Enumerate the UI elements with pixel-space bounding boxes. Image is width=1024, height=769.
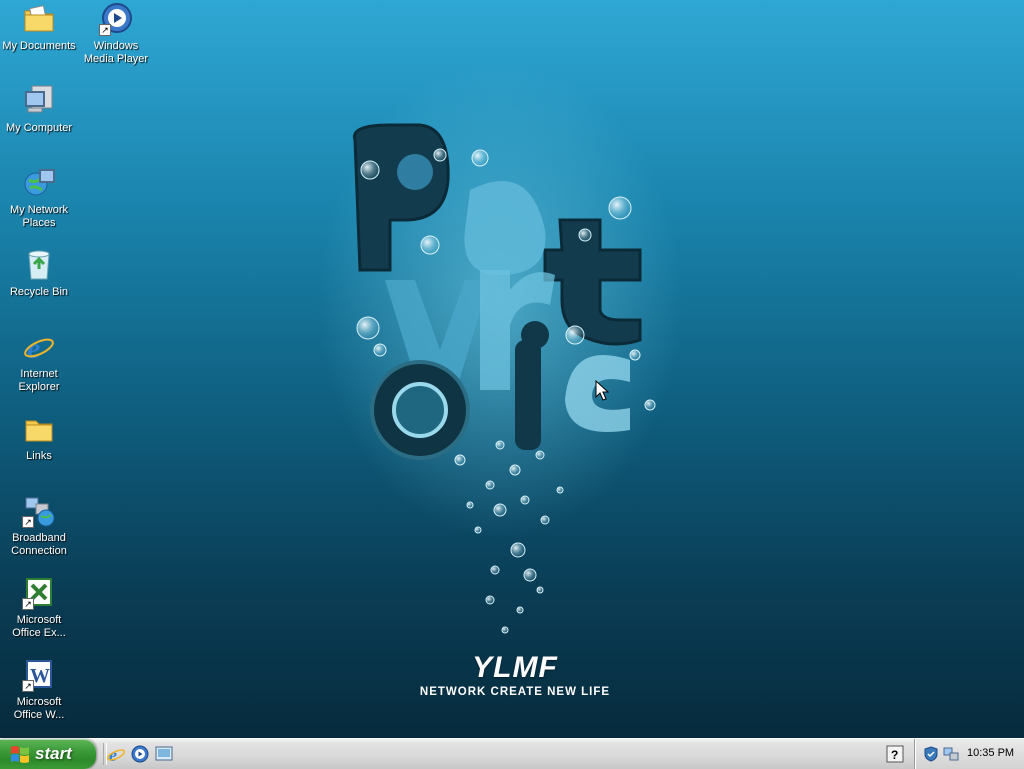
excel-icon: ↗ [22, 576, 56, 610]
desktop-icon-internet-explorer[interactable]: e Internet Explorer [1, 330, 77, 394]
network-places-icon [22, 166, 56, 200]
desktop-icon-links[interactable]: Links [1, 412, 77, 463]
desktop-icon-my-documents[interactable]: My Documents [1, 2, 77, 53]
icon-label: Microsoft Office W... [13, 696, 65, 721]
clock[interactable]: 10:35 PM [967, 747, 1014, 759]
windows-flag-icon [11, 746, 29, 763]
wallpaper-tagline: NETWORK CREATE NEW LIFE [419, 686, 611, 698]
desktop-icon-microsoft-excel[interactable]: ↗ Microsoft Office Ex... [1, 576, 77, 640]
desktop-icon-broadband-connection[interactable]: ↗ Broadband Connection [1, 494, 77, 558]
media-player-icon[interactable] [130, 744, 150, 764]
internet-explorer-icon: e [22, 330, 56, 365]
folder-documents-icon [22, 2, 56, 36]
icon-label: Windows Media Player [83, 40, 149, 65]
help-icon[interactable]: ? [886, 745, 904, 763]
shortcut-arrow-icon: ↗ [22, 598, 34, 610]
start-label: start [35, 744, 72, 763]
folder-icon [22, 412, 56, 446]
start-button[interactable]: start [0, 739, 96, 769]
icon-label: Microsoft Office Ex... [12, 614, 66, 639]
computer-icon [22, 84, 56, 118]
desktop-icon-windows-media-player[interactable]: ↗ Windows Media Player [78, 2, 154, 66]
security-shield-icon[interactable] [923, 746, 939, 762]
shortcut-arrow-icon: ↗ [99, 24, 111, 36]
recycle-bin-icon [22, 248, 56, 282]
mouse-cursor-icon [595, 380, 609, 401]
icon-label: My Documents [2, 40, 76, 52]
wallpaper-branding: YLMF NETWORK CREATE NEW LIFE [400, 651, 630, 699]
desktop-icon-microsoft-word[interactable]: W ↗ Microsoft Office W... [1, 658, 77, 722]
media-player-icon: ↗ [99, 2, 133, 36]
word-icon: W ↗ [22, 658, 56, 692]
icon-label: Links [26, 450, 52, 462]
taskbar: start e ? 10:35 PM [0, 738, 1024, 769]
shortcut-arrow-icon: ↗ [22, 680, 34, 692]
icon-label: My Computer [5, 122, 73, 134]
ylmf-logo: YLMF [472, 651, 558, 684]
wallpaper-art [352, 123, 656, 634]
network-status-icon[interactable] [943, 746, 959, 762]
icon-label: Internet Explorer [18, 368, 60, 393]
icon-label: Broadband Connection [11, 532, 67, 557]
internet-explorer-icon[interactable]: e [106, 744, 126, 764]
network-connection-icon: ↗ [22, 494, 56, 528]
desktop-icon-recycle-bin[interactable]: Recycle Bin [1, 248, 77, 299]
desktop-icon-my-network-places[interactable]: My Network Places [1, 166, 77, 230]
desktop-icon-my-computer[interactable]: My Computer [1, 84, 77, 135]
svg-text:?: ? [891, 748, 898, 762]
quick-launch: e [106, 744, 174, 764]
system-tray: 10:35 PM [914, 739, 1024, 769]
icon-label: My Network Places [9, 204, 69, 229]
show-desktop-icon[interactable] [154, 744, 174, 764]
shortcut-arrow-icon: ↗ [22, 516, 34, 528]
icon-label: Recycle Bin [9, 286, 69, 298]
desktop[interactable]: YLMF NETWORK CREATE NEW LIFE My Document… [0, 0, 1024, 738]
